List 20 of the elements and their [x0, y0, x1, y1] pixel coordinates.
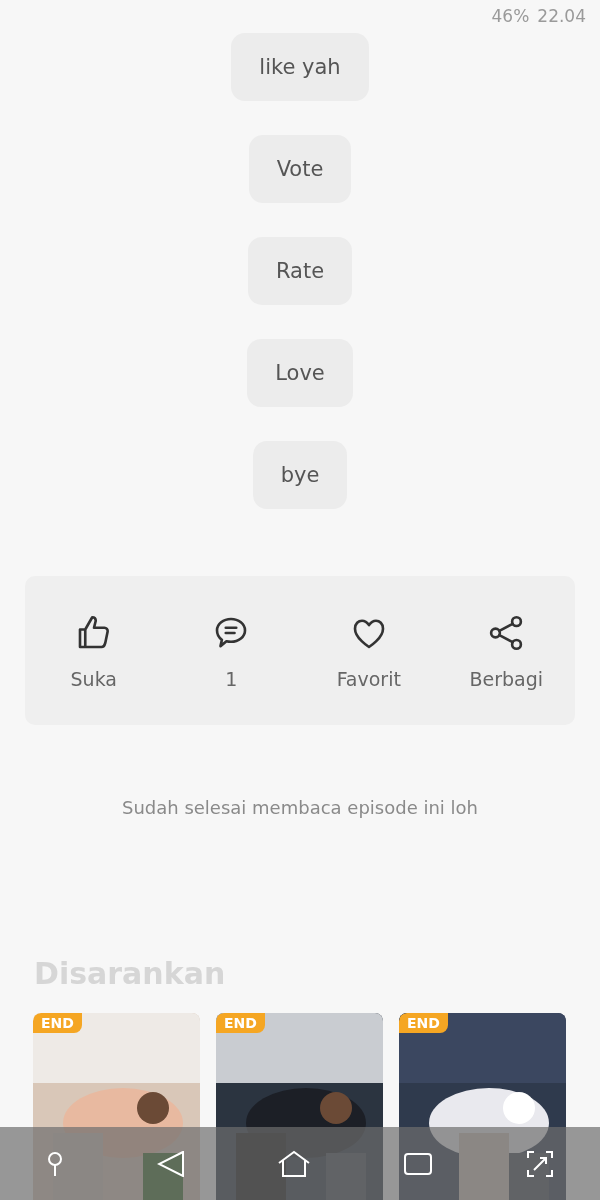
end-badge: END [216, 1013, 265, 1033]
end-note: Sudah selesai membaca episode ini loh [121, 797, 479, 818]
battery-level: 46% [491, 6, 530, 26]
reply-chip[interactable]: Love [247, 339, 353, 407]
end-badge: END [33, 1013, 82, 1033]
back-icon[interactable] [156, 1150, 185, 1177]
home-icon[interactable] [276, 1149, 311, 1178]
pin-icon[interactable] [46, 1150, 65, 1177]
reply-chip[interactable]: Rate [247, 237, 353, 305]
recent-apps-icon[interactable] [403, 1151, 434, 1176]
action-button[interactable]: 1 [162, 611, 300, 690]
action-button[interactable]: Suka [25, 611, 163, 690]
action-button[interactable]: Berbagi [437, 611, 575, 690]
status-time: 22.04 [537, 6, 586, 26]
reply-chip[interactable]: bye [252, 441, 348, 509]
reply-chip[interactable]: Vote [248, 135, 352, 203]
reply-chip[interactable]: like yah [231, 33, 369, 101]
expand-icon[interactable] [525, 1149, 554, 1178]
end-badge: END [399, 1013, 448, 1033]
action-button[interactable]: Favorit [300, 611, 438, 690]
